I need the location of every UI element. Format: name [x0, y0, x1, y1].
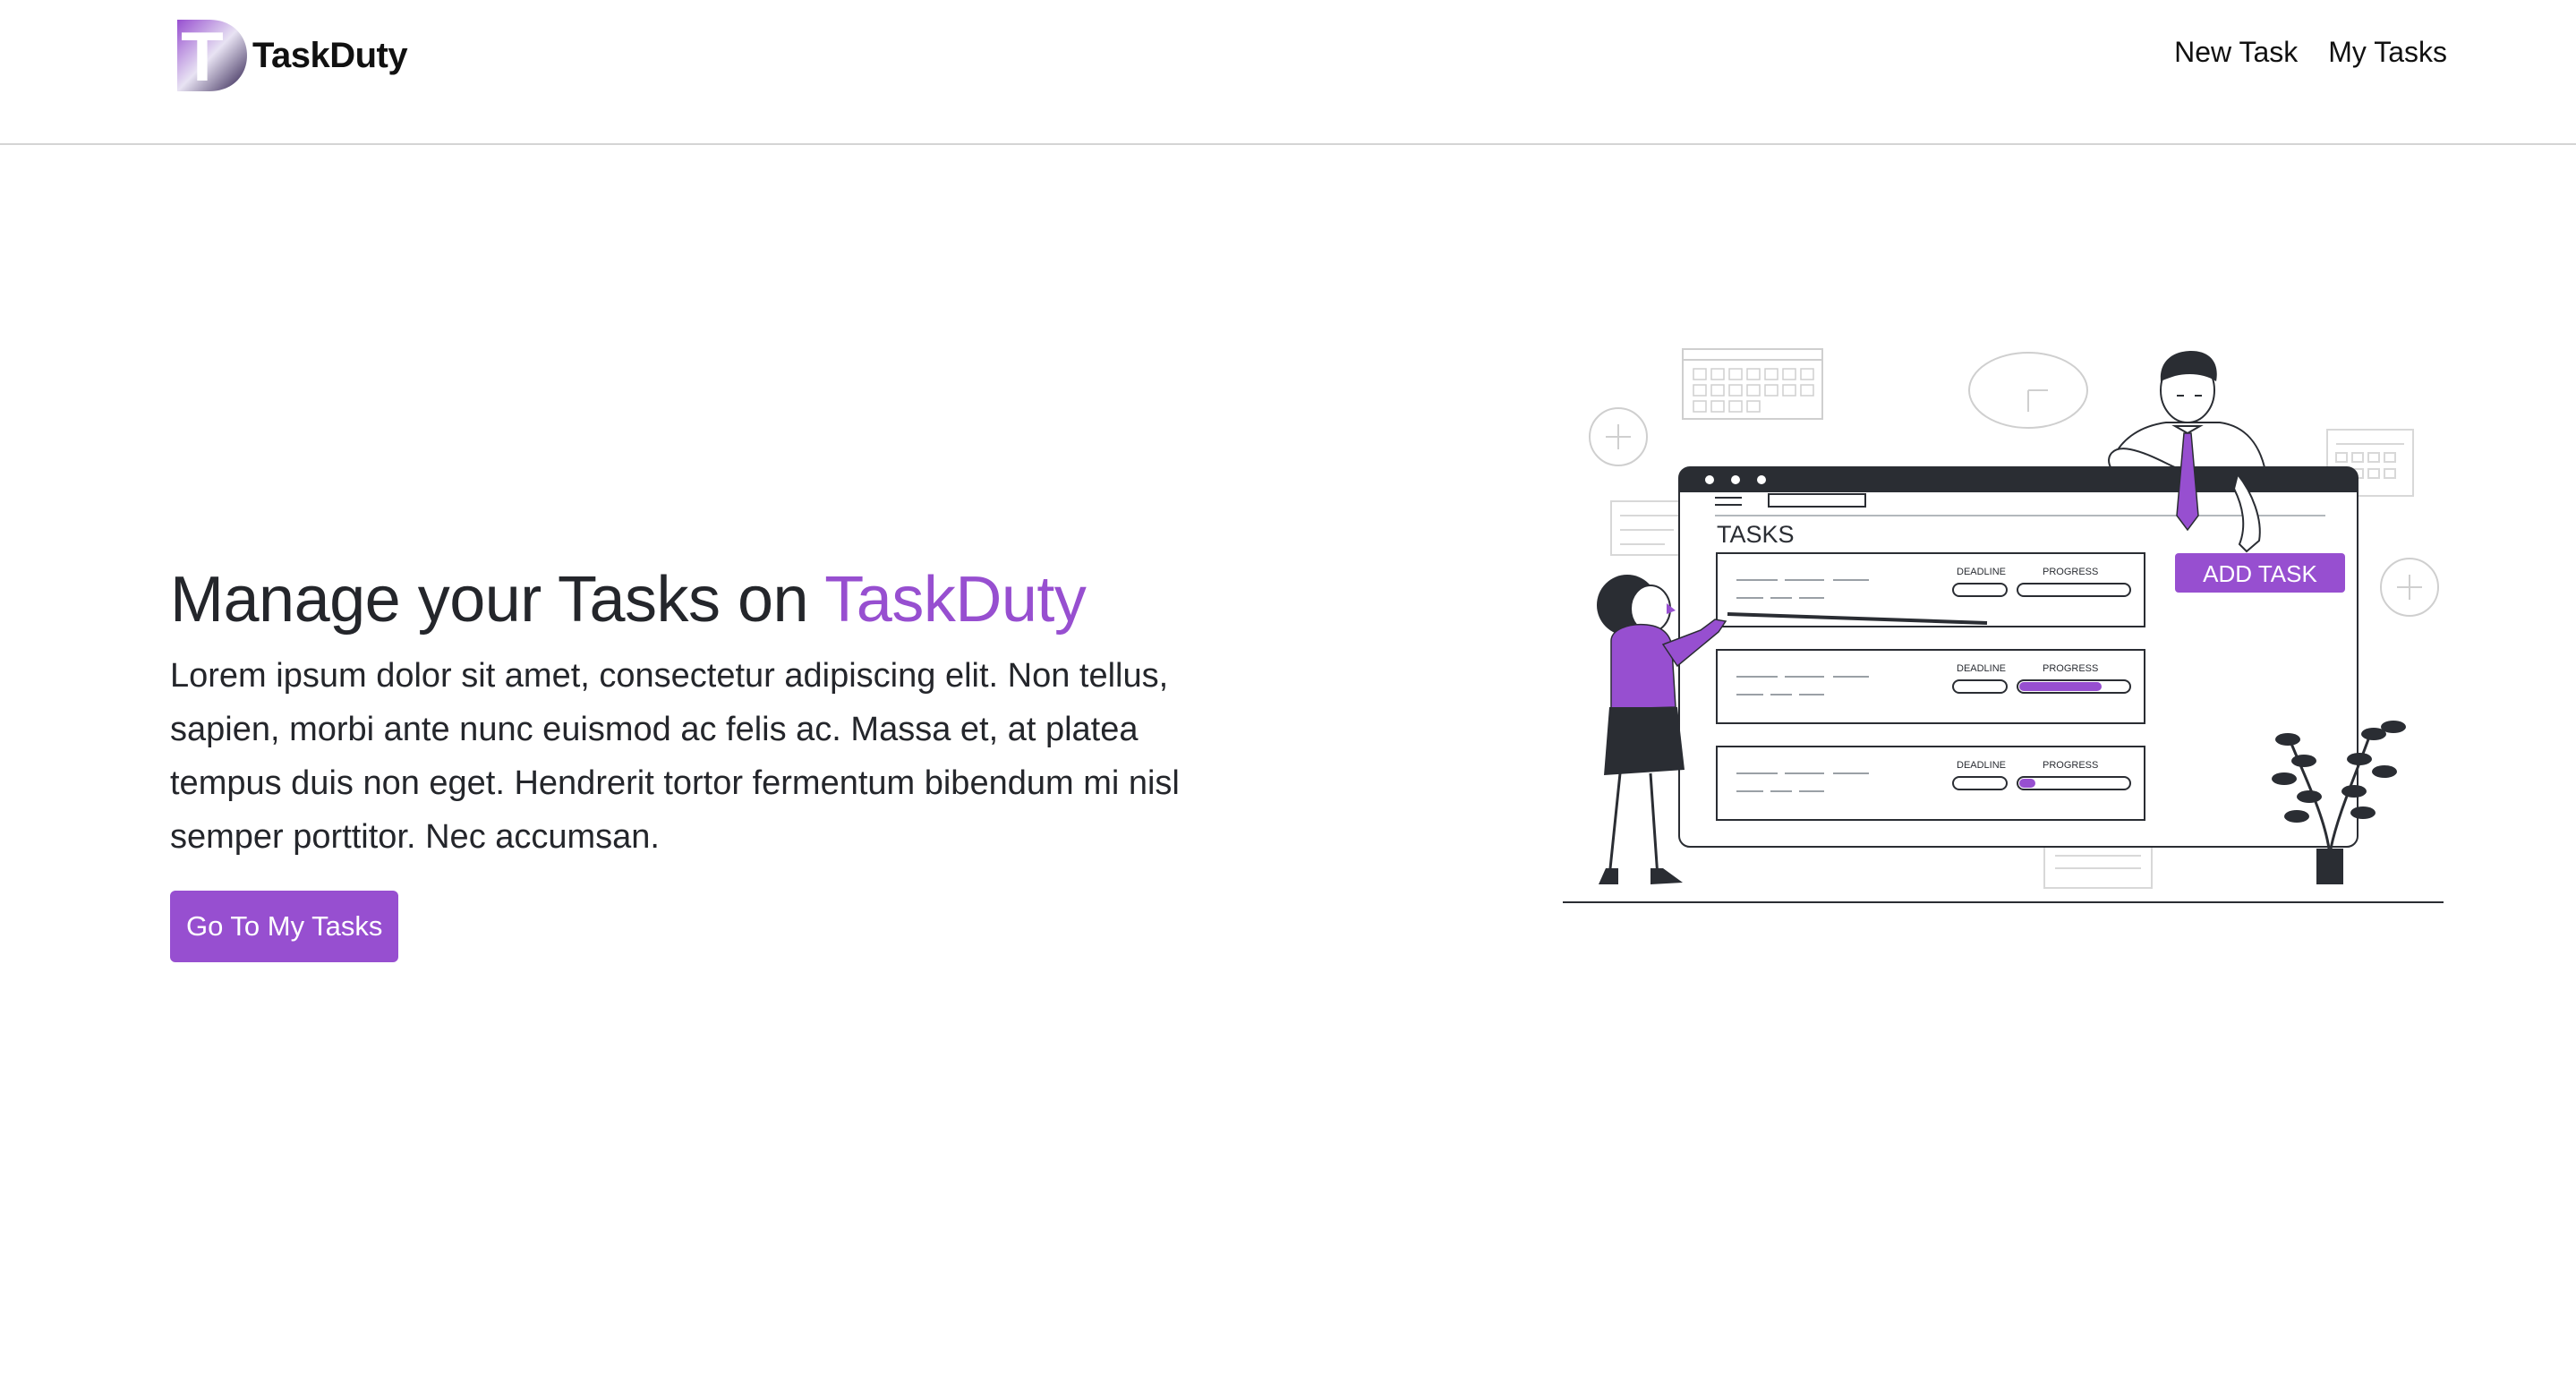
logo-link[interactable]: T TaskDuty — [175, 18, 408, 93]
hero-title-prefix: Manage your Tasks on — [170, 564, 825, 636]
logo-text: TaskDuty — [252, 35, 408, 75]
calendar-icon — [1682, 348, 1823, 420]
logo-letter: T — [181, 18, 224, 93]
progress-fill — [2019, 779, 2035, 788]
clock-icon — [1968, 352, 2088, 429]
plus-circle-icon — [2380, 558, 2439, 617]
hero-description: Lorem ipsum dolor sit amet, consectetur … — [170, 657, 1180, 856]
go-to-my-tasks-button[interactable]: Go To My Tasks — [170, 891, 399, 962]
nav-links: New Task My Tasks — [2174, 36, 2447, 69]
hero-title: Manage your Tasks on TaskDuty — [170, 559, 1226, 640]
add-task-graphic: ADD TASK — [2175, 553, 2345, 593]
progress-label: PROGRESS — [2043, 760, 2098, 771]
logo-icon: T — [177, 18, 247, 93]
deadline-label: DEADLINE — [1957, 760, 2006, 771]
deadline-label: DEADLINE — [1957, 663, 2006, 674]
hero-illustration: TASKS DEADLINE PROGRESS DEADLINE PROGRES… — [1563, 348, 2444, 903]
task-row: DEADLINE PROGRESS — [1716, 746, 2145, 821]
add-task-label: ADD TASK — [2203, 560, 2317, 587]
board-title: TASKS — [1717, 521, 1795, 548]
progress-label: PROGRESS — [2043, 567, 2098, 577]
deadline-label: DEADLINE — [1957, 567, 2006, 577]
hero-section: Manage your Tasks on TaskDuty Lorem ipsu… — [170, 559, 1226, 962]
nav-new-task[interactable]: New Task — [2174, 36, 2298, 69]
navbar: T TaskDuty New Task My Tasks — [0, 0, 2576, 145]
progress-fill — [2019, 682, 2102, 691]
hero-title-brand: TaskDuty — [824, 564, 1087, 636]
progress-label: PROGRESS — [2043, 663, 2098, 674]
nav-my-tasks[interactable]: My Tasks — [2328, 36, 2447, 69]
plus-circle-icon — [1589, 407, 1648, 466]
